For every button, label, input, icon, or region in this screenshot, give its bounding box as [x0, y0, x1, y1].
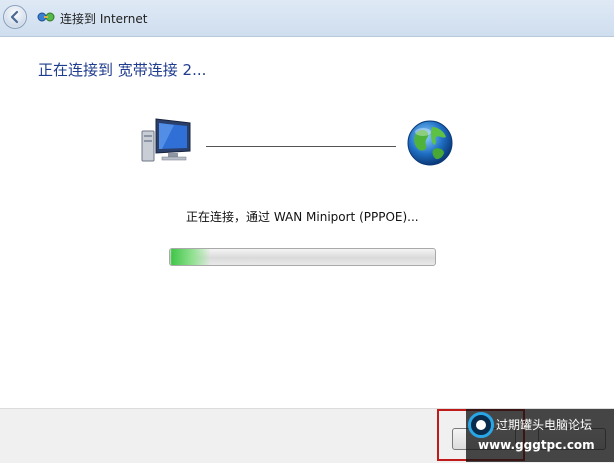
page-heading: 正在连接到 宽带连接 2...	[38, 61, 207, 79]
window-title: 连接到 Internet	[60, 12, 148, 26]
back-arrow-icon	[10, 10, 19, 24]
back-button[interactable]	[3, 5, 27, 29]
watermark-logo-icon	[468, 412, 494, 438]
connection-status-text: 正在连接，通过 WAN Miniport (PPPOE)...	[186, 210, 419, 224]
content-area: 正在连接到 宽带连接 2... 正在连接，通过 WAN Miniport (PP…	[0, 37, 614, 408]
connection-line	[206, 146, 396, 147]
globe-icon	[407, 120, 453, 166]
network-connections-icon	[37, 12, 55, 22]
progress-fill	[170, 249, 210, 265]
watermark-url: www.gggtpc.com	[478, 438, 595, 452]
connection-progress-bar	[169, 248, 436, 266]
computer-icon	[141, 118, 191, 162]
watermark-title: 过期罐头电脑论坛	[496, 418, 593, 432]
title-bar: 连接到 Internet	[0, 0, 614, 37]
